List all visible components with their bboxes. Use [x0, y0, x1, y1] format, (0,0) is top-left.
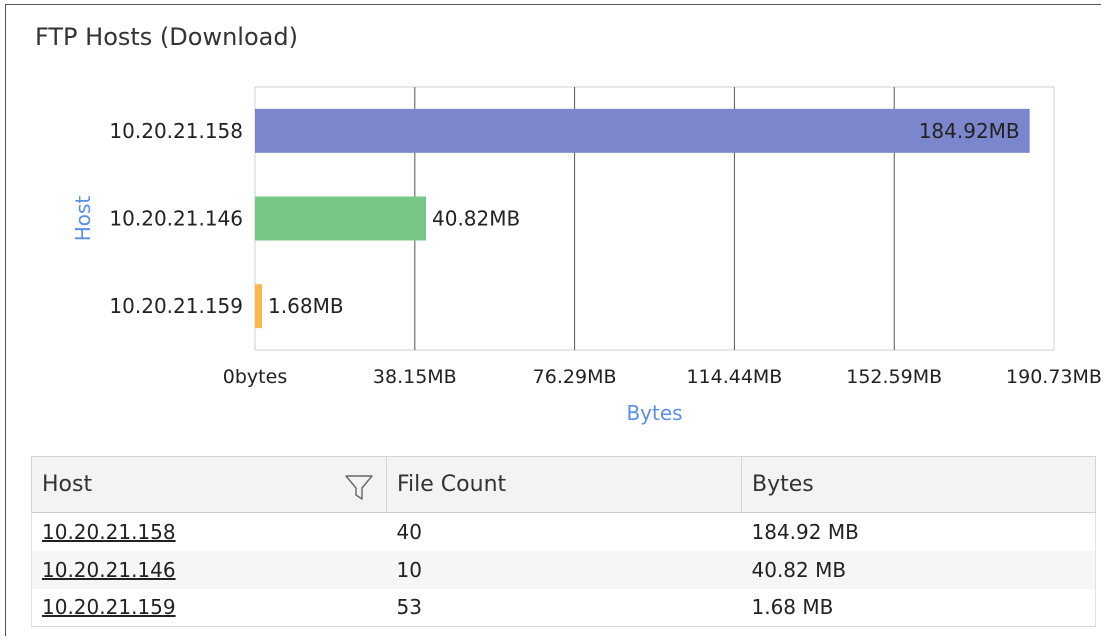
column-header-label: Host — [42, 472, 93, 497]
hosts-table: Host File Count Bytes 10.20.21.158 40 18… — [31, 456, 1096, 627]
table-row: 10.20.21.146 10 40.82 MB — [31, 550, 1096, 589]
table-row: 10.20.21.158 40 184.92 MB — [31, 512, 1096, 551]
bar — [255, 196, 427, 241]
x-tick-label: 114.44MB — [686, 366, 782, 388]
host-cell: 10.20.21.158 — [31, 512, 387, 551]
y-tick-label: 10.20.21.159 — [109, 294, 243, 318]
bytes-cell: 184.92 MB — [741, 512, 1096, 551]
data-label: 1.68MB — [268, 294, 344, 318]
filter-icon[interactable] — [344, 473, 374, 507]
data-label: 40.82MB — [432, 207, 520, 231]
host-cell: 10.20.21.159 — [31, 588, 387, 627]
bar — [255, 108, 1030, 153]
x-tick-label: 152.59MB — [846, 366, 942, 388]
y-tick-label: 10.20.21.158 — [109, 119, 243, 143]
x-axis-title: Bytes — [626, 401, 682, 425]
column-header-label: File Count — [397, 472, 507, 497]
column-header-file-count[interactable]: File Count — [386, 456, 742, 513]
x-tick-label: 190.73MB — [1006, 366, 1102, 388]
host-link[interactable]: 10.20.21.159 — [42, 595, 176, 619]
data-label: 184.92MB — [919, 119, 1020, 143]
file-count-cell: 53 — [386, 588, 742, 627]
bytes-cell: 1.68 MB — [741, 588, 1096, 627]
bar — [255, 284, 263, 329]
y-axis-title: Host — [71, 196, 95, 242]
file-count-cell: 40 — [396, 519, 422, 544]
bytes-cell: 40.82 MB — [741, 550, 1096, 589]
x-tick-label: 76.29MB — [533, 366, 617, 388]
column-header-bytes[interactable]: Bytes — [741, 456, 1096, 513]
column-header-label: Bytes — [752, 472, 814, 497]
host-cell: 10.20.21.146 — [31, 550, 387, 589]
hosts-table-container: Host File Count Bytes 10.20.21.158 40 18… — [31, 456, 1096, 627]
host-link[interactable]: 10.20.21.158 — [42, 520, 176, 544]
x-tick-label: 38.15MB — [373, 366, 457, 388]
file-count-cell: 10 — [386, 550, 742, 589]
table-row: 10.20.21.159 53 1.68 MB — [31, 588, 1096, 627]
host-link[interactable]: 10.20.21.146 — [42, 558, 176, 582]
y-tick-label: 10.20.21.146 — [109, 207, 243, 231]
column-header-host[interactable]: Host — [31, 456, 387, 513]
table-header-row: Host File Count Bytes — [31, 456, 1096, 513]
bar-chart: 0bytes 38.15MB 76.29MB 114.44MB 152.59MB 190.… — [71, 86, 1102, 425]
x-tick-label: 0bytes — [223, 366, 287, 388]
